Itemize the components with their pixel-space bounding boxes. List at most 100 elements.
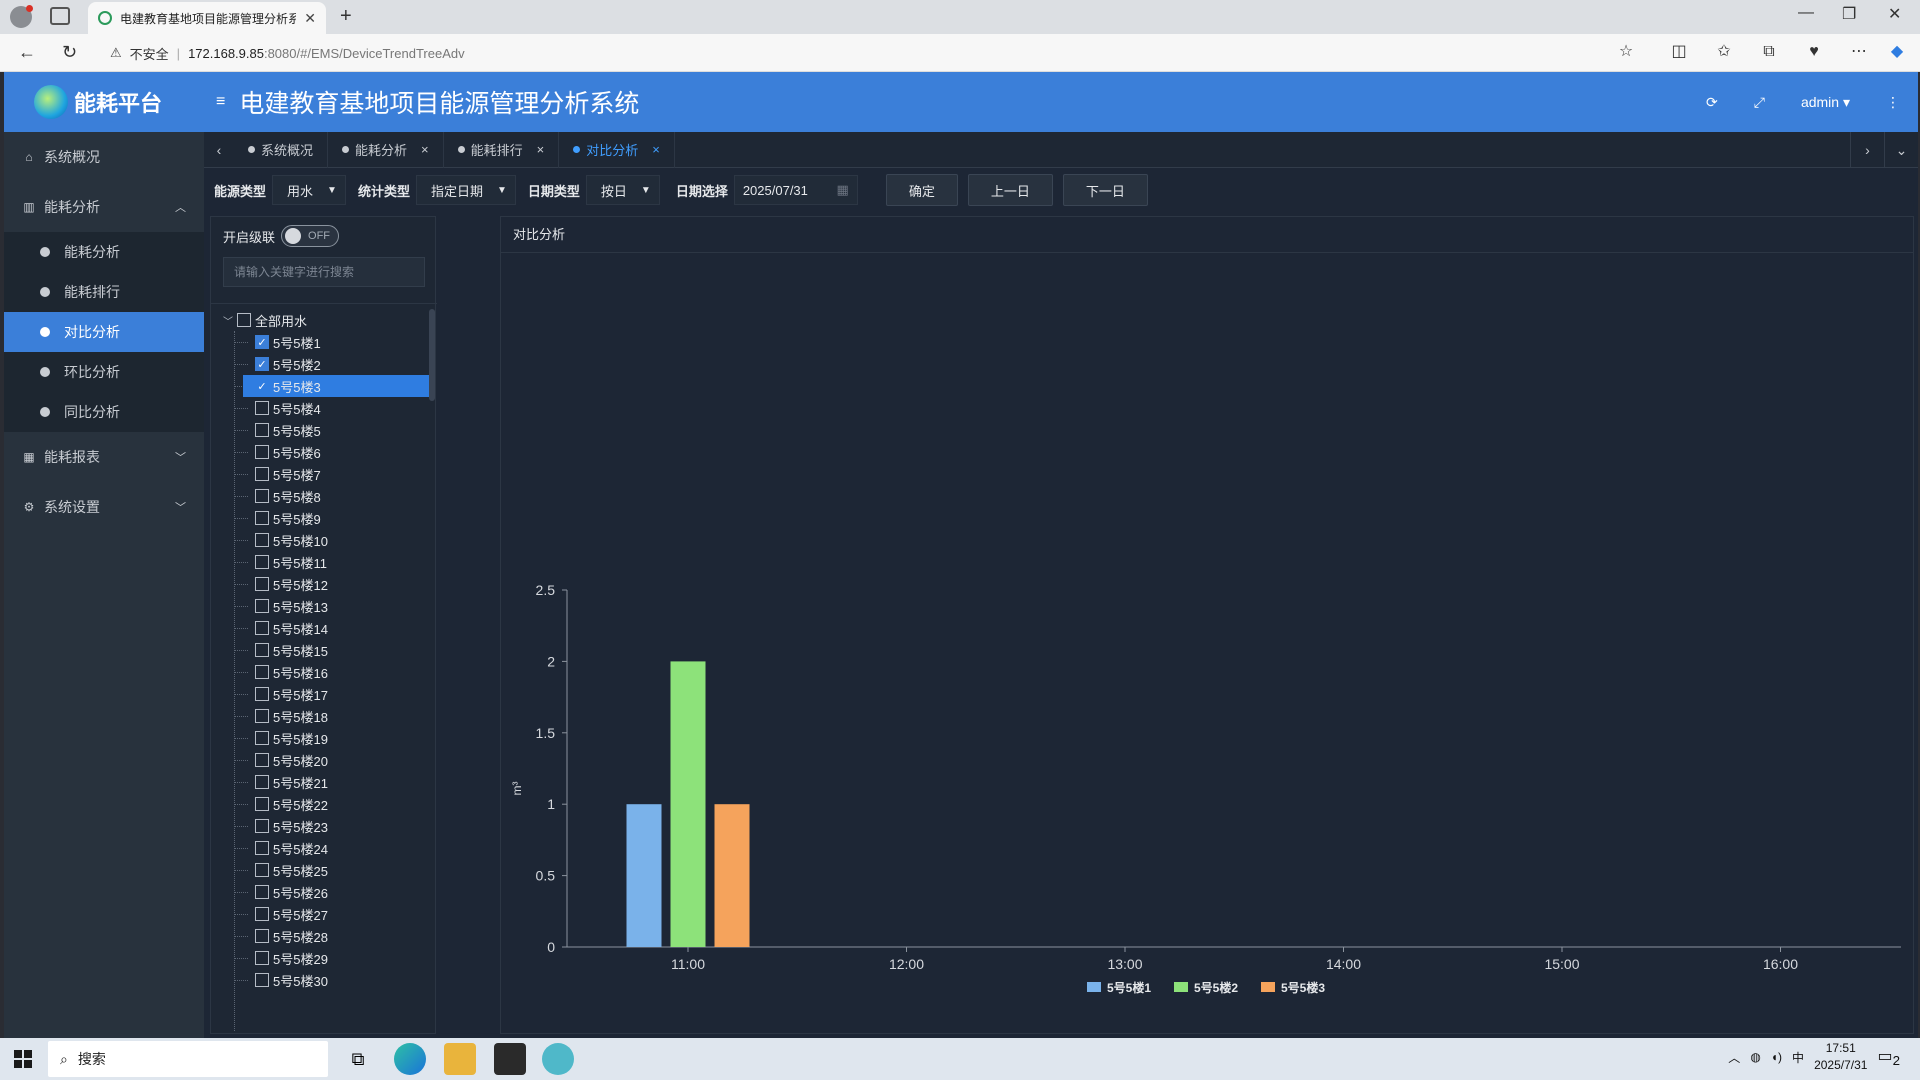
new-tab-button[interactable]: + [340, 5, 352, 28]
checkbox[interactable] [255, 841, 269, 855]
checkbox[interactable] [255, 401, 269, 415]
checkbox[interactable] [255, 973, 269, 987]
checkbox[interactable] [255, 753, 269, 767]
checkbox[interactable] [255, 467, 269, 481]
sidebar-subitem-active[interactable]: 对比分析 [4, 312, 204, 352]
tree-node[interactable]: 5号5楼21 [211, 771, 429, 793]
sidebar-group-settings[interactable]: ⚙ 系统设置 ﹀ [4, 482, 204, 532]
tree-node[interactable]: 5号5楼18 [211, 705, 429, 727]
checkbox[interactable] [255, 907, 269, 921]
sidebar-subitem[interactable]: 能耗分析 [4, 232, 204, 272]
sidebar-group-report[interactable]: ▦ 能耗报表 ﹀ [4, 432, 204, 482]
app-icon-2[interactable] [542, 1043, 574, 1075]
collapse-icon[interactable]: ﹀ [223, 313, 233, 328]
tree-node[interactable]: 5号5楼19 [211, 727, 429, 749]
next-day-button[interactable]: 下一日 [1062, 174, 1148, 206]
checkbox[interactable] [255, 709, 269, 723]
ime-indicator[interactable]: 中 [1792, 1049, 1804, 1066]
tree-node[interactable]: ✓ 5号5楼2 [211, 353, 429, 375]
favorites-icon[interactable]: ✩ [1715, 43, 1733, 61]
user-menu[interactable]: admin ▾ [1801, 94, 1850, 111]
checkbox[interactable] [255, 577, 269, 591]
collections-icon[interactable]: ⧉ [1760, 43, 1778, 61]
app-icon[interactable] [494, 1043, 526, 1075]
tree-node[interactable]: 5号5楼29 [211, 947, 429, 969]
checkbox[interactable]: ✓ [255, 335, 269, 349]
extensions-icon[interactable]: ♥ [1805, 43, 1823, 61]
checkbox[interactable] [255, 665, 269, 679]
checkbox[interactable] [255, 863, 269, 877]
refresh-icon[interactable]: ↻ [62, 42, 77, 63]
tree-node[interactable]: 5号5楼12 [211, 573, 429, 595]
favorite-star-icon[interactable]: ☆ [1617, 43, 1635, 61]
sidebar-item-overview[interactable]: ⌂ 系统概况 [4, 132, 204, 182]
back-icon[interactable]: ← [18, 42, 36, 63]
checkbox[interactable] [237, 313, 251, 327]
tab-actions-icon[interactable] [50, 7, 70, 25]
file-explorer-icon[interactable] [444, 1043, 476, 1075]
checkbox[interactable] [255, 797, 269, 811]
tree-node[interactable]: 5号5楼27 [211, 903, 429, 925]
tree-node[interactable]: 5号5楼15 [211, 639, 429, 661]
checkbox[interactable] [255, 533, 269, 547]
checkbox[interactable] [255, 951, 269, 965]
menu-toggle-icon[interactable]: ≡ [216, 93, 225, 111]
tree-root-node[interactable]: ﹀ 全部用水 [211, 309, 429, 331]
tree-node[interactable]: 5号5楼25 [211, 859, 429, 881]
tree-scrollbar[interactable] [429, 309, 435, 401]
confirm-button[interactable]: 确定 [885, 174, 958, 206]
checkbox[interactable]: ✓ [255, 357, 269, 371]
profile-icon[interactable] [10, 5, 33, 28]
tree-node[interactable]: 5号5楼17 [211, 683, 429, 705]
tree-node[interactable]: 5号5楼16 [211, 661, 429, 683]
url-field[interactable]: ⚠ 不安全 | 172.168.9.85:8080/#/EMS/DeviceTr… [110, 39, 1650, 67]
tree-node[interactable]: 5号5楼6 [211, 441, 429, 463]
more-vertical-icon[interactable]: ⋮ [1886, 94, 1900, 111]
tabs-scroll-left-icon[interactable]: ‹ [204, 142, 234, 158]
clock[interactable]: 17:51 2025/7/31 [1814, 1040, 1867, 1074]
tree-node[interactable]: 5号5楼5 [211, 419, 429, 441]
restore-button[interactable]: ❐ [1842, 4, 1856, 24]
checkbox[interactable] [255, 731, 269, 745]
page-tab-active[interactable]: 对比分析 × [559, 131, 675, 168]
checkbox[interactable] [255, 819, 269, 833]
notification-icon[interactable]: ▭2 [1877, 1046, 1900, 1068]
close-icon[interactable]: × [652, 142, 660, 157]
sidebar-subitem[interactable]: 环比分析 [4, 352, 204, 392]
energy-type-select[interactable]: 用水 ▼ [272, 175, 346, 205]
checkbox[interactable] [255, 885, 269, 899]
close-window-button[interactable]: ✕ [1888, 4, 1901, 24]
date-input[interactable]: 2025/07/31 ▦ [733, 175, 858, 205]
tree-node[interactable]: 5号5楼30 [211, 969, 429, 991]
task-view-icon[interactable]: ⧉ [342, 1043, 374, 1075]
tree-node[interactable]: 5号5楼23 [211, 815, 429, 837]
page-tab[interactable]: 系统概况 [234, 131, 329, 168]
stat-type-select[interactable]: 指定日期 ▼ [415, 175, 516, 205]
volume-icon[interactable]: ◖) [1771, 1050, 1782, 1064]
chevron-up-icon[interactable]: ︿ [1728, 1049, 1740, 1066]
network-icon[interactable]: ◍ [1750, 1050, 1760, 1064]
tree-node[interactable]: 5号5楼9 [211, 507, 429, 529]
checkbox[interactable] [255, 775, 269, 789]
tree-node[interactable]: 5号5楼22 [211, 793, 429, 815]
tree-node[interactable]: 5号5楼11 [211, 551, 429, 573]
checkbox[interactable] [255, 423, 269, 437]
close-icon[interactable]: × [421, 142, 429, 157]
tree-node[interactable]: 5号5楼14 [211, 617, 429, 639]
tree-node[interactable]: ✓ 5号5楼3 [211, 375, 429, 397]
checkbox[interactable] [255, 621, 269, 635]
checkbox[interactable] [255, 489, 269, 503]
page-tab[interactable]: 能耗分析 × [328, 131, 444, 168]
browser-tab[interactable]: 电建教育基地项目能源管理分析系统 ✕ [88, 2, 326, 34]
tree-search-input[interactable]: 请输入关键字进行搜索 [223, 257, 425, 287]
checkbox[interactable] [255, 555, 269, 569]
edge-browser-icon[interactable] [394, 1043, 426, 1075]
date-type-select[interactable]: 按日 ▼ [585, 175, 660, 205]
checkbox[interactable] [255, 643, 269, 657]
tree-node[interactable]: 5号5楼10 [211, 529, 429, 551]
checkbox[interactable] [255, 511, 269, 525]
tree-node[interactable]: ✓ 5号5楼1 [211, 331, 429, 353]
tabs-scroll-right-icon[interactable]: › [1850, 131, 1884, 168]
tree-node[interactable]: 5号5楼24 [211, 837, 429, 859]
refresh-icon[interactable]: ⟳ [1706, 94, 1718, 111]
